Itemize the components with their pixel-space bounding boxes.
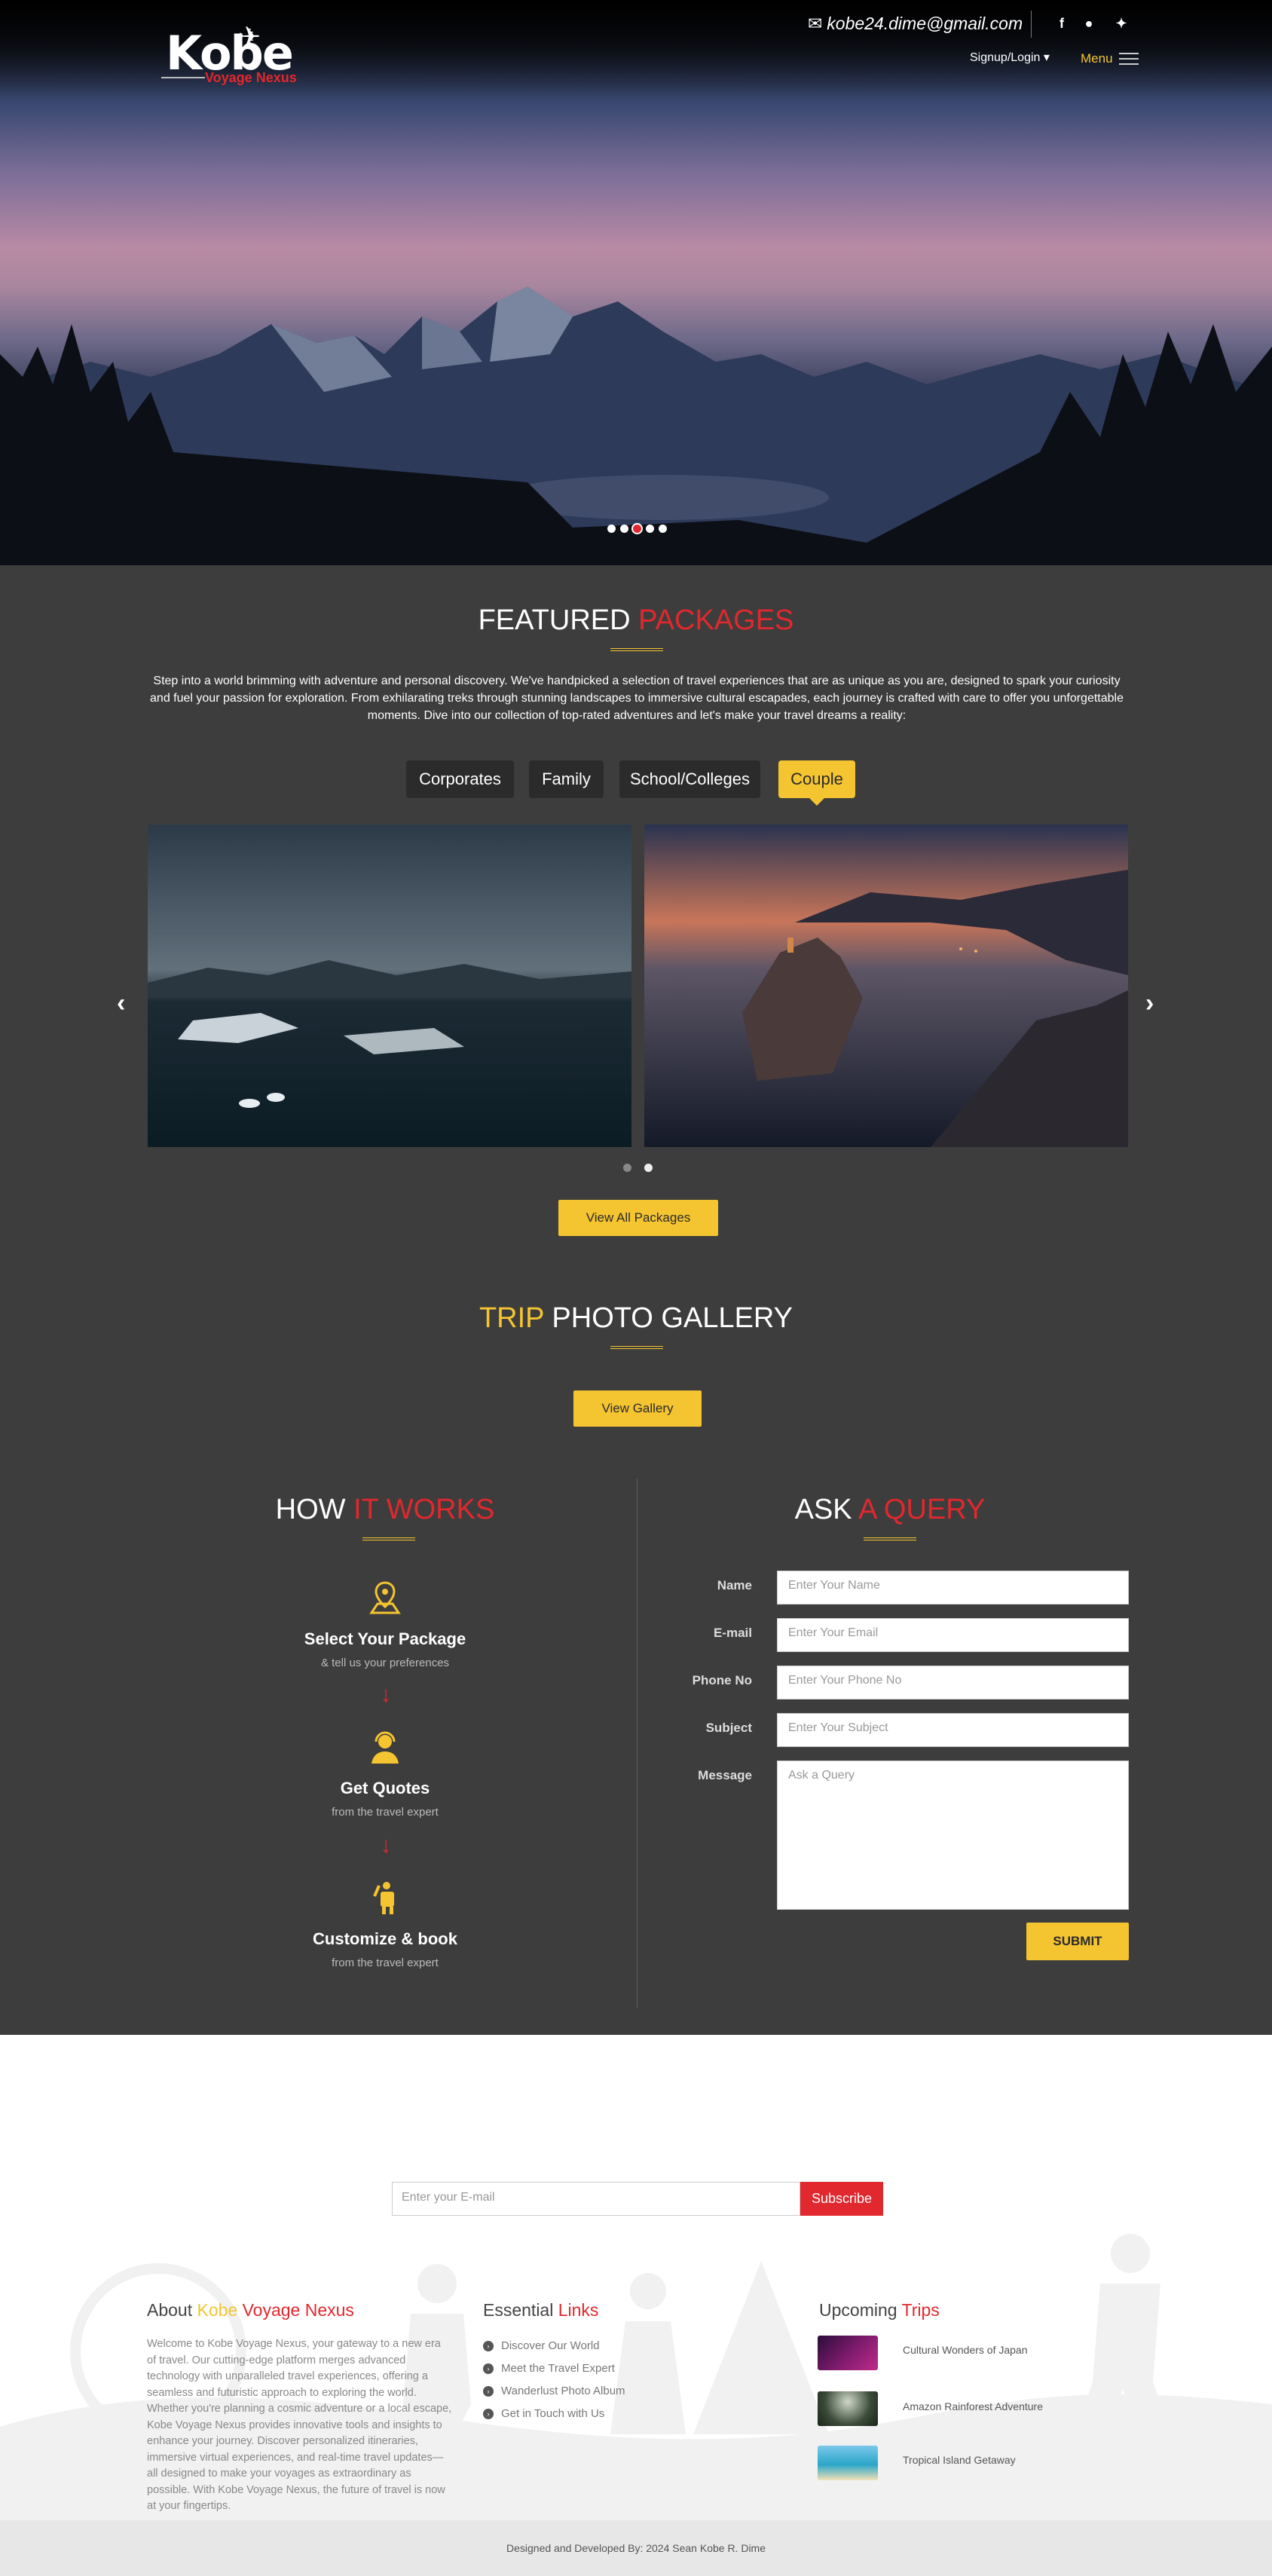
tab-couple[interactable]: Couple [778,760,855,806]
trip-title-island[interactable]: Tropical Island Getaway [903,2454,1016,2466]
ask-query-title: ASK A QUERY [794,1494,986,1525]
slide-dot-active[interactable] [633,525,641,533]
about-heading: About Kobe Voyage Nexus [147,2300,354,2320]
github-icon[interactable]: ● [1081,15,1097,32]
support-agent-icon [372,1731,399,1764]
down-arrow-icon: ↓ [380,1682,392,1707]
envelope-icon: ✉ [808,14,823,33]
map-pin-icon [369,1581,401,1614]
subject-label: Subject [705,1721,752,1735]
trip-title-japan[interactable]: Cultural Wonders of Japan [903,2344,1028,2356]
email-input[interactable]: Enter Your Email [777,1618,1129,1652]
footer-link-discover[interactable]: › Discover Our World [483,2339,600,2352]
step-get-quotes-sub: from the travel expert [332,1806,439,1819]
footer-link-album[interactable]: › Wanderlust Photo Album [483,2385,625,2397]
trip-title-amazon[interactable]: Amazon Rainforest Adventure [903,2400,1043,2412]
slide-dot[interactable] [659,525,667,533]
step-get-quotes-title: Get Quotes [340,1779,430,1797]
chevron-right-icon: › [483,2408,494,2419]
slide-dot[interactable] [646,525,654,533]
step-customize-sub: from the travel expert [332,1956,439,1969]
trips-heading: Upcoming Trips [819,2300,940,2320]
about-text: Welcome to Kobe Voyage Nexus, your gatew… [147,2338,452,2512]
hero-banner: Kobe ✈ Voyage Nexus ✉ kobe24.dime@gmail.… [0,0,1272,565]
footer-link-contact[interactable]: › Get in Touch with Us [483,2407,604,2420]
chevron-right-icon: › [483,2363,494,2374]
carousel-prev-button[interactable]: ‹ [117,990,125,1016]
phone-input[interactable]: Enter Your Phone No [777,1666,1129,1699]
carousel-dot[interactable] [623,1164,631,1172]
email-text: kobe24.dime@gmail.com [827,14,1023,33]
menu-button[interactable]: Menu [1081,51,1139,66]
airplane-icon: ✈ [238,21,261,52]
featured-intro: Step into a world brimming with adventur… [150,675,1124,722]
trip-thumb-japan[interactable] [818,2336,878,2370]
footer-link-expert[interactable]: › Meet the Travel Expert [483,2362,615,2375]
package-card-coastal-village[interactable] [644,825,1128,1147]
down-arrow-icon: ↓ [380,1833,392,1858]
phone-label: Phone No [692,1673,752,1687]
copyright-bar: Designed and Developed By: 2024 Sean Kob… [0,2520,1272,2576]
chevron-right-icon: › [483,2385,494,2397]
brand-tagline: Voyage Nexus [205,70,297,85]
email-link[interactable]: ✉ kobe24.dime@gmail.com [808,14,1023,34]
gallery-title: TRIP PHOTO GALLERY [479,1302,793,1334]
links-heading: Essential Links [483,2300,599,2320]
carousel-dot-active[interactable] [644,1164,653,1172]
message-label: Message [698,1768,752,1782]
trip-thumb-island[interactable] [818,2446,878,2480]
chevron-right-icon: › [483,2340,494,2351]
email-label: E-mail [713,1626,752,1640]
facebook-icon[interactable]: f [1053,15,1070,32]
tab-family[interactable]: Family [529,760,604,798]
slide-dot[interactable] [620,525,628,533]
message-textarea[interactable]: Ask a Query [777,1761,1129,1910]
submit-query-button[interactable]: SUBMIT [1026,1923,1129,1960]
subscribe-button[interactable]: Subscribe [800,2182,883,2216]
step-select-package-title: Select Your Package [304,1629,466,1648]
brand-logo[interactable]: Kobe ✈ Voyage Nexus [161,21,309,89]
tab-corporates[interactable]: Corporates [406,760,514,798]
twitter-icon[interactable]: ✦ [1113,15,1130,32]
how-it-works-title: HOW IT WORKS [275,1494,495,1525]
subject-input[interactable]: Enter Your Subject [777,1713,1129,1747]
step-customize-title: Customize & book [313,1929,457,1948]
step-select-package-sub: & tell us your preferences [320,1657,450,1669]
hero-slider-dots [607,525,667,533]
trip-thumb-amazon[interactable] [818,2391,878,2426]
hamburger-icon [1118,53,1139,65]
slide-dot[interactable] [607,525,616,533]
view-gallery-button[interactable]: View Gallery [573,1390,702,1427]
name-input[interactable]: Enter Your Name [777,1571,1129,1605]
signup-login-dropdown[interactable]: Signup/Login ▾ [970,50,1050,65]
featured-title: FEATURED PACKAGES [478,604,794,636]
newsletter-email-input[interactable]: Enter your E-mail [392,2182,800,2216]
name-label: Name [717,1578,752,1592]
carousel-next-button[interactable]: › [1145,990,1154,1016]
traveler-book-icon [373,1882,394,1914]
tab-school-colleges[interactable]: School/Colleges [619,760,760,798]
view-all-packages-button[interactable]: View All Packages [558,1200,718,1236]
package-card-glacier[interactable] [148,825,631,1147]
